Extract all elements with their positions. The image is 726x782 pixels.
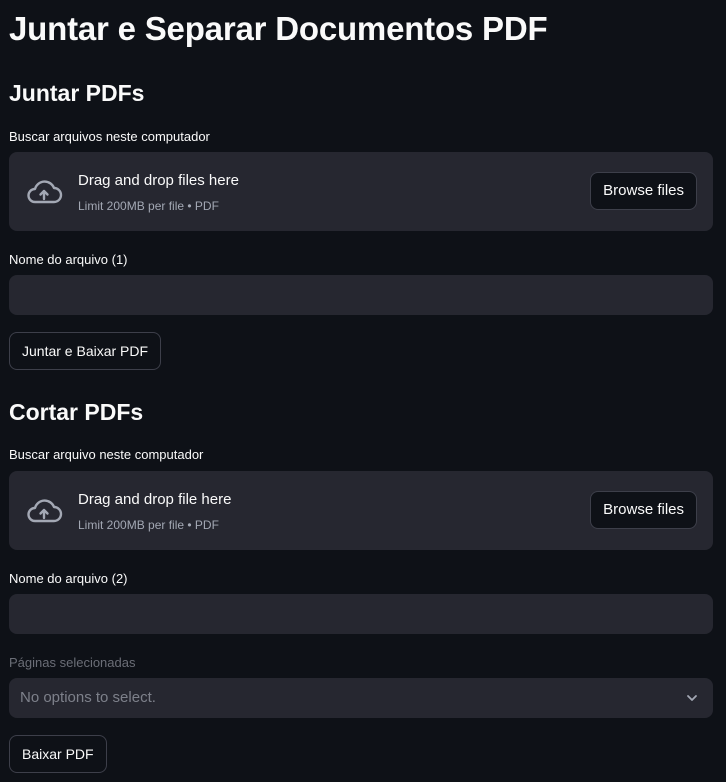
split-heading: Cortar PDFs — [9, 399, 144, 425]
merge-dropzone[interactable]: Drag and drop files here Limit 200MB per… — [9, 152, 713, 231]
pages-select-placeholder: No options to select. — [20, 689, 156, 706]
split-dropzone-limit: Limit 200MB per file • PDF — [78, 518, 219, 532]
split-dropzone-title: Drag and drop file here — [78, 491, 232, 508]
split-uploader-label: Buscar arquivo neste computador — [9, 447, 204, 462]
merge-download-button[interactable]: Juntar e Baixar PDF — [9, 332, 162, 370]
merge-dropzone-title: Drag and drop files here — [78, 172, 239, 189]
cloud-upload-icon — [27, 180, 63, 204]
merge-heading: Juntar PDFs — [9, 80, 145, 106]
pages-select-label: Páginas selecionadas — [9, 655, 136, 670]
merge-filename-label: Nome do arquivo (1) — [9, 252, 128, 267]
merge-filename-input[interactable] — [9, 275, 713, 315]
split-dropzone[interactable]: Drag and drop file here Limit 200MB per … — [9, 471, 713, 550]
cloud-upload-icon — [27, 499, 63, 523]
split-filename-label: Nome do arquivo (2) — [9, 571, 128, 586]
split-filename-input[interactable] — [9, 594, 713, 634]
chevron-down-icon[interactable] — [686, 692, 698, 704]
page-title: Juntar e Separar Documentos PDF — [9, 10, 548, 47]
merge-uploader-label: Buscar arquivos neste computador — [9, 129, 210, 144]
pages-select[interactable]: No options to select. — [9, 678, 713, 718]
merge-dropzone-limit: Limit 200MB per file • PDF — [78, 199, 219, 213]
merge-browse-button[interactable]: Browse files — [590, 172, 697, 210]
split-browse-button[interactable]: Browse files — [590, 491, 697, 529]
split-download-button[interactable]: Baixar PDF — [9, 735, 107, 773]
